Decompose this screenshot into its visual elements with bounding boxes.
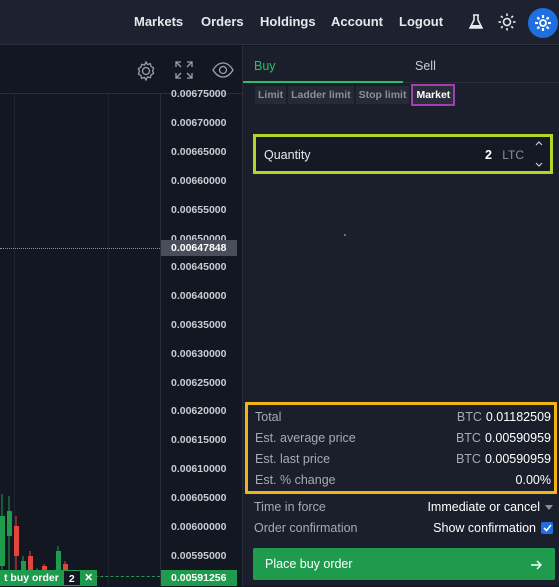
arrow-right-icon — [531, 548, 543, 580]
tick-label: 0.00660000 — [171, 175, 227, 187]
tick-label: 0.00640000 — [171, 290, 227, 302]
price-axis: 0.00675000 0.00670000 0.00665000 0.00660… — [160, 88, 242, 586]
settings-icon[interactable] — [135, 60, 157, 82]
order-tag-qty: 2 — [62, 570, 81, 586]
current-price-line — [0, 248, 160, 249]
summary-label: Total — [255, 410, 282, 424]
tick-label: 0.00675000 — [171, 88, 227, 100]
tab-sell[interactable]: Sell — [403, 46, 559, 83]
nav-markets[interactable]: Markets — [134, 14, 183, 29]
time-in-force-label: Time in force — [254, 500, 326, 514]
quantity-value[interactable]: 2 — [485, 148, 492, 162]
nav-logout[interactable]: Logout — [399, 14, 443, 29]
candlesticks — [0, 494, 82, 581]
order-type-market[interactable]: Market — [411, 84, 456, 106]
chart-toolbar — [0, 46, 242, 94]
caret-down-icon — [545, 504, 553, 510]
side-tabs: Buy Sell — [243, 46, 559, 83]
order-summary: Total BTC 0.01182509 Est. average price B… — [245, 402, 557, 494]
close-icon[interactable]: ✕ — [80, 570, 97, 586]
order-panel: Buy Sell Limit Ladder limit Stop limit M… — [242, 46, 559, 586]
candle — [7, 496, 12, 581]
price-chart[interactable]: 0.00675000 0.00670000 0.00665000 0.00660… — [0, 46, 242, 586]
quantity-label: Quantity — [264, 148, 311, 162]
order-confirmation-label: Order confirmation — [254, 521, 358, 535]
tick-label: 0.00615000 — [171, 434, 227, 446]
nav-orders[interactable]: Orders — [201, 14, 244, 29]
tick-label: 0.00665000 — [171, 146, 227, 158]
nav-holdings[interactable]: Holdings — [260, 14, 316, 29]
summary-value: BTC 0.00590959 — [455, 452, 551, 466]
fullscreen-icon[interactable] — [174, 60, 196, 80]
tick-label: 0.00620000 — [171, 405, 227, 417]
time-in-force-value: Immediate or cancel — [427, 500, 540, 514]
tick-label: 0.00605000 — [171, 492, 227, 504]
tick-label: 0.00610000 — [171, 463, 227, 475]
summary-label: Est. % change — [255, 473, 336, 487]
tick-label: 0.00595000 — [171, 550, 227, 562]
gear-icon[interactable] — [528, 8, 558, 38]
summary-total: Total BTC 0.01182509 — [255, 410, 551, 430]
tick-label: 0.00645000 — [171, 261, 227, 273]
loading-dot — [344, 234, 346, 236]
current-price-label: 0.00647848 — [161, 240, 237, 256]
check-icon[interactable] — [541, 522, 553, 534]
candle — [0, 494, 5, 576]
tick-label: 0.00670000 — [171, 117, 227, 129]
tab-buy[interactable]: Buy — [243, 46, 403, 83]
top-navigation-bar: Markets Orders Holdings Account Logout — [0, 0, 559, 45]
order-confirmation-row: Order confirmation Show confirmation — [254, 521, 553, 539]
show-confirmation-checkbox[interactable]: Show confirmation — [433, 521, 553, 535]
tick-label: 0.00655000 — [171, 204, 227, 216]
quantity-field[interactable]: Quantity 2 LTC — [253, 134, 553, 174]
order-type-stop-limit[interactable]: Stop limit — [355, 86, 410, 104]
time-in-force-row: Time in force Immediate or cancel — [254, 500, 553, 518]
summary-est-pct-change: Est. % change 0.00% — [255, 473, 551, 493]
tick-label: 0.00625000 — [171, 377, 227, 389]
summary-est-last-price: Est. last price BTC 0.00590959 — [255, 452, 551, 472]
tick-label: 0.00600000 — [171, 521, 227, 533]
summary-value: BTC 0.00590959 — [455, 431, 551, 445]
place-buy-order-button[interactable]: Place buy order — [253, 548, 555, 580]
time-in-force-select[interactable]: Immediate or cancel — [427, 500, 553, 514]
order-type-limit[interactable]: Limit — [255, 86, 287, 104]
chevron-down-icon[interactable] — [535, 162, 543, 168]
order-tag: t buy order 2 ✕ — [0, 570, 97, 586]
eye-icon[interactable] — [212, 60, 234, 80]
show-confirmation-label: Show confirmation — [433, 521, 536, 535]
flask-icon[interactable] — [465, 11, 487, 33]
order-tag-label: t buy order — [0, 570, 63, 586]
summary-value: BTC 0.01182509 — [456, 410, 551, 424]
summary-label: Est. last price — [255, 452, 331, 466]
order-type-ladder-limit[interactable]: Ladder limit — [288, 86, 354, 104]
summary-label: Est. average price — [255, 431, 356, 445]
quantity-stepper[interactable] — [534, 140, 544, 168]
tick-label: 0.00635000 — [171, 319, 227, 331]
summary-value: 0.00% — [515, 473, 551, 487]
sun-icon[interactable] — [496, 11, 518, 33]
order-type-selector: Limit Ladder limit Stop limit Market — [255, 84, 457, 106]
order-price-label: 0.00591256 — [161, 570, 237, 586]
quantity-unit: LTC — [502, 148, 524, 162]
summary-est-average-price: Est. average price BTC 0.00590959 — [255, 431, 551, 451]
nav-account[interactable]: Account — [331, 14, 383, 29]
tick-label: 0.00630000 — [171, 348, 227, 360]
place-buy-order-label: Place buy order — [265, 557, 353, 571]
chevron-up-icon[interactable] — [535, 140, 543, 146]
